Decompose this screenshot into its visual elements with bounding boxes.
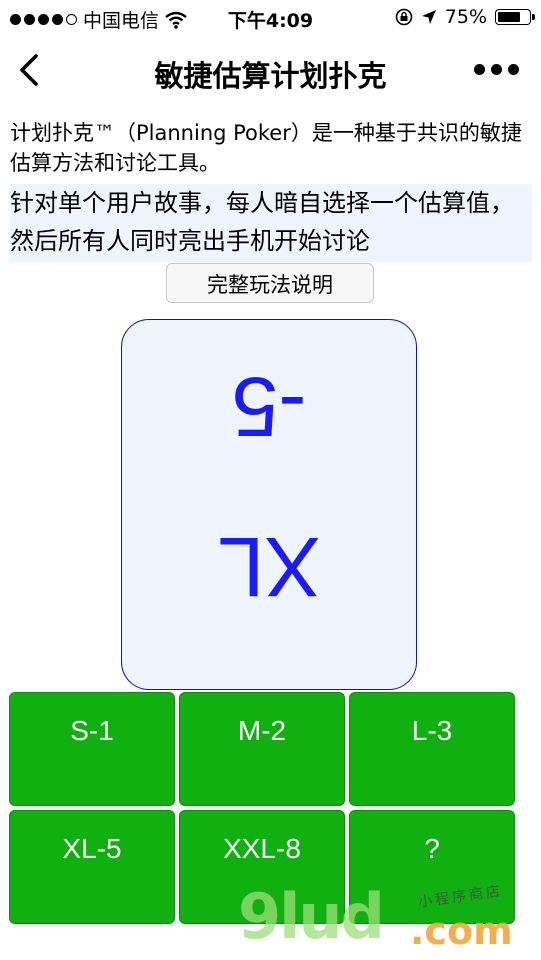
card-size-label: XL bbox=[217, 520, 321, 614]
battery-icon bbox=[495, 9, 535, 25]
more-options-icon[interactable] bbox=[474, 64, 519, 75]
nav-bar: 敏捷估算计划扑克 bbox=[0, 36, 541, 106]
battery-percent: 75% bbox=[444, 6, 487, 28]
status-right: 75% bbox=[395, 6, 535, 28]
option-button-xl5[interactable]: XL-5 bbox=[9, 810, 175, 924]
rotation-lock-icon bbox=[395, 8, 413, 26]
rules-button[interactable]: 完整玩法说明 bbox=[166, 263, 374, 303]
highlight-instructions: 针对单个用户故事，每人暗自选择一个估算值，然后所有人同时亮出手机开始讨论 bbox=[10, 184, 532, 262]
estimate-card[interactable]: -5 XL bbox=[121, 319, 417, 690]
intro-text: 计划扑克™（Planning Poker）是一种基于共识的敏捷估算方法和讨论工具… bbox=[10, 121, 522, 175]
option-button-question[interactable]: ? bbox=[349, 810, 515, 924]
card-value: -5 bbox=[231, 360, 307, 454]
option-button-l3[interactable]: L-3 bbox=[349, 692, 515, 806]
option-button-s1[interactable]: S-1 bbox=[9, 692, 175, 806]
option-button-m2[interactable]: M-2 bbox=[179, 692, 345, 806]
status-bar: 中国电信 下午4:09 75% bbox=[0, 0, 541, 36]
page-title: 敏捷估算计划扑克 bbox=[154, 59, 387, 93]
location-arrow-icon bbox=[421, 10, 436, 24]
estimate-options-grid: S-1 M-2 L-3 XL-5 XXL-8 ? bbox=[9, 692, 516, 925]
option-button-xxl8[interactable]: XXL-8 bbox=[179, 810, 345, 924]
card-content: -5 XL bbox=[122, 320, 416, 689]
